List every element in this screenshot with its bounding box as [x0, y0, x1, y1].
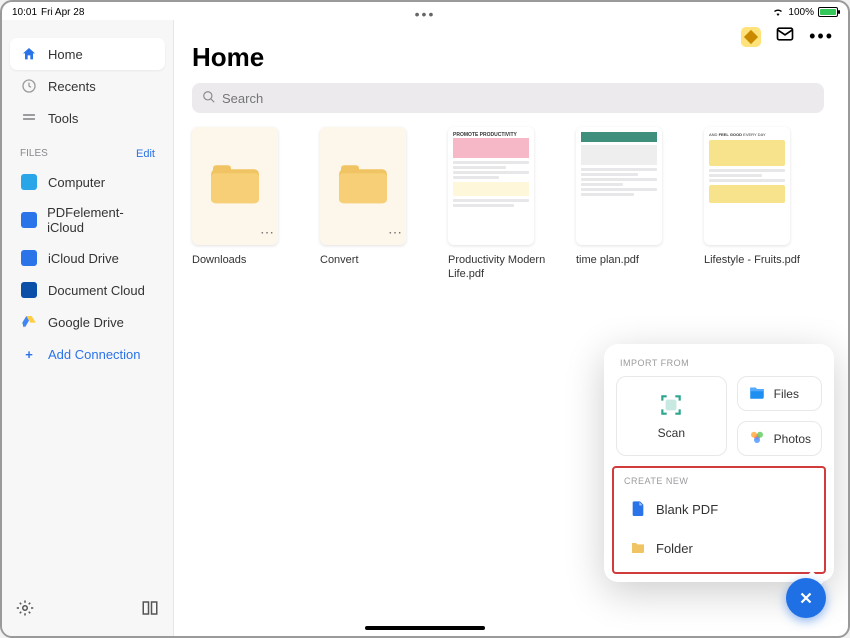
home-indicator[interactable] [365, 626, 485, 630]
search-icon [202, 90, 216, 107]
main-content: Home ⋯ Downloads [174, 20, 848, 636]
tile-label: Downloads [192, 253, 292, 267]
sidebar-item-label: Recents [48, 79, 96, 94]
status-date: Fri Apr 28 [41, 7, 84, 18]
google-drive-icon [20, 313, 38, 331]
tile-document[interactable]: PROMOTE PRODUCTIVITY Productivity Modern… [448, 127, 548, 282]
sidebar-item-label: Add Connection [48, 347, 141, 362]
sidebar-item-document-cloud[interactable]: Document Cloud [10, 274, 165, 306]
wifi-icon [772, 6, 784, 19]
import-files-label: Files [774, 387, 799, 401]
close-icon [797, 589, 815, 607]
sidebar-item-label: Document Cloud [48, 283, 145, 298]
sidebar-item-computer[interactable]: Computer [10, 166, 165, 198]
file-grid: ⋯ Downloads ⋯ Convert [192, 127, 824, 282]
sidebar: Home Recents Tools FILES Edit Compu [2, 20, 174, 636]
layout-toggle-icon[interactable] [141, 599, 159, 622]
tile-document[interactable]: time plan.pdf [576, 127, 676, 282]
tile-label: Productivity Modern Life.pdf [448, 253, 548, 282]
sidebar-item-recents[interactable]: Recents [10, 70, 165, 102]
tile-label: Lifestyle - Fruits.pdf [704, 253, 804, 267]
page-title: Home [192, 42, 824, 73]
tile-folder[interactable]: ⋯ Downloads [192, 127, 292, 282]
tile-folder[interactable]: ⋯ Convert [320, 127, 420, 282]
files-header-label: FILES [20, 148, 48, 160]
create-folder-label: Folder [656, 541, 693, 556]
sidebar-item-label: Computer [48, 175, 105, 190]
status-bar: 10:01 Fri Apr 28 ••• 100% [2, 2, 848, 20]
files-edit-button[interactable]: Edit [136, 148, 155, 160]
battery-pct: 100% [788, 7, 814, 18]
doc-cloud-icon [20, 281, 38, 299]
clock-icon [20, 77, 38, 95]
import-scan-button[interactable]: Scan [616, 376, 727, 456]
import-header: IMPORT FROM [620, 358, 818, 368]
folder-icon [211, 165, 259, 205]
scan-icon [658, 392, 684, 418]
create-new-section: CREATE NEW Blank PDF Folder [612, 466, 826, 574]
sidebar-item-label: PDFelement-iCloud [47, 205, 155, 235]
files-app-icon [748, 383, 766, 404]
tile-more-icon[interactable]: ⋯ [260, 224, 274, 241]
sidebar-item-tools[interactable]: Tools [10, 102, 165, 134]
sidebar-item-pdfelement-icloud[interactable]: PDFelement-iCloud [10, 198, 165, 242]
sidebar-item-label: Tools [48, 111, 78, 126]
sidebar-item-home[interactable]: Home [10, 38, 165, 70]
search-input[interactable] [222, 91, 814, 106]
import-photos-button[interactable]: Photos [737, 421, 822, 456]
tools-icon [20, 109, 38, 127]
tile-label: Convert [320, 253, 420, 267]
sidebar-files-header: FILES Edit [10, 134, 165, 166]
sidebar-item-icloud-drive[interactable]: iCloud Drive [10, 242, 165, 274]
create-folder-button[interactable]: Folder [622, 529, 816, 568]
import-scan-label: Scan [658, 426, 685, 440]
create-blank-pdf-label: Blank PDF [656, 502, 718, 517]
sidebar-item-label: Home [48, 47, 83, 62]
folder-blue-icon [20, 211, 37, 229]
monitor-icon [20, 173, 38, 191]
tile-label: time plan.pdf [576, 253, 676, 267]
tile-document[interactable]: AND FEEL GOOD EVERY DAY Lifestyle - Frui… [704, 127, 804, 282]
blank-pdf-icon [630, 500, 646, 519]
doc-thumbnail [581, 132, 657, 240]
home-icon [20, 45, 38, 63]
search-field[interactable] [192, 83, 824, 113]
sidebar-item-label: Google Drive [48, 315, 124, 330]
sidebar-item-google-drive[interactable]: Google Drive [10, 306, 165, 338]
sidebar-add-connection[interactable]: + Add Connection [10, 338, 165, 370]
import-photos-label: Photos [774, 432, 811, 446]
status-time: 10:01 [12, 7, 37, 18]
folder-icon [630, 539, 646, 558]
app-window: 10:01 Fri Apr 28 ••• 100% ••• Home [0, 0, 850, 638]
photos-app-icon [748, 428, 766, 449]
sidebar-item-label: iCloud Drive [48, 251, 119, 266]
import-files-button[interactable]: Files [737, 376, 822, 411]
cloud-drive-icon [20, 249, 38, 267]
settings-icon[interactable] [16, 599, 34, 622]
battery-icon [818, 7, 838, 17]
doc-thumbnail: PROMOTE PRODUCTIVITY [453, 132, 529, 240]
doc-thumbnail: AND FEEL GOOD EVERY DAY [709, 132, 785, 240]
create-header: CREATE NEW [624, 476, 814, 486]
tile-more-icon[interactable]: ⋯ [388, 224, 402, 241]
plus-icon: + [20, 345, 38, 363]
add-popup: IMPORT FROM Scan Files [604, 344, 834, 582]
close-fab-button[interactable] [786, 578, 826, 618]
create-blank-pdf-button[interactable]: Blank PDF [622, 490, 816, 529]
folder-icon [339, 165, 387, 205]
